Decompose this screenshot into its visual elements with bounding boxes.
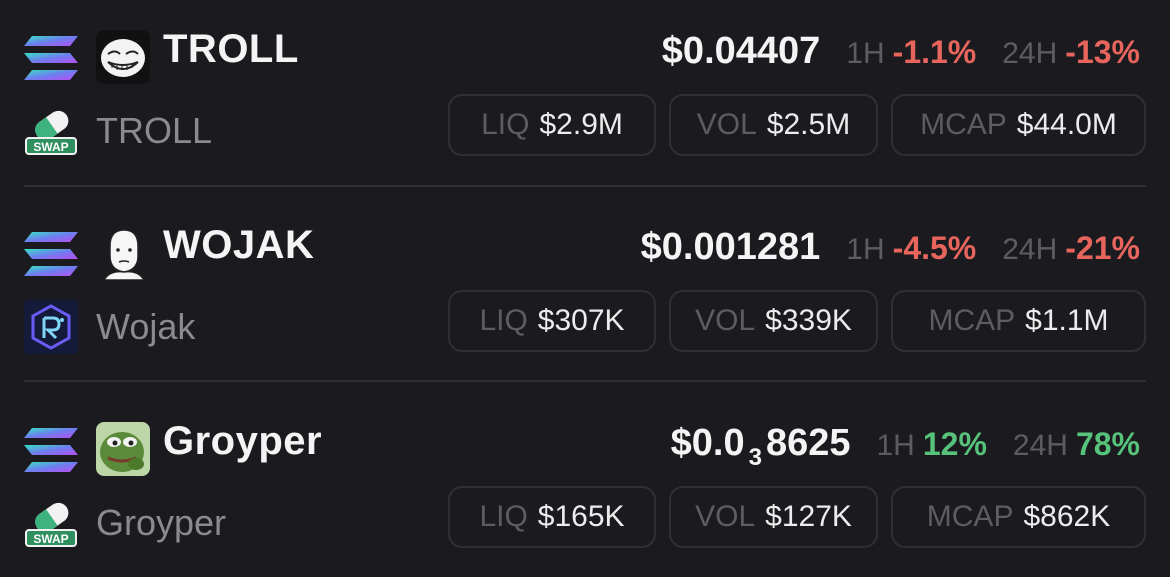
- row-divider: [24, 185, 1146, 187]
- volume-pill: VOL $339K: [669, 290, 878, 352]
- mcap-value: $1.1M: [1025, 304, 1109, 337]
- solana-icon: [24, 428, 78, 472]
- liq-label: LIQ: [479, 304, 528, 337]
- price-line: $0.001281 1H -4.5% 24H -21%: [641, 226, 1140, 269]
- vol-value: $339K: [765, 304, 852, 337]
- market-cap-pill: MCAP $44.0M: [891, 94, 1146, 156]
- change-1h-label: 1H: [876, 429, 915, 462]
- swap-pill-icon: SWAP: [25, 110, 77, 155]
- liq-label: LIQ: [481, 108, 530, 141]
- liq-value: $307K: [537, 304, 625, 337]
- swap-badge-text: SWAP: [33, 532, 68, 546]
- change-1h-value: 12%: [922, 426, 987, 462]
- liq-value: $2.9M: [539, 108, 623, 141]
- swap-badge-text: SWAP: [33, 140, 68, 154]
- market-cap-pill: MCAP $1.1M: [891, 290, 1146, 352]
- change-1h-value: -4.5%: [892, 230, 977, 266]
- vol-label: VOL: [695, 500, 756, 533]
- wojak-face-icon: [96, 226, 150, 280]
- price-line: $0.0 3 8625 1H 12% 24H 78%: [670, 422, 1140, 471]
- mcap-value: $44.0M: [1016, 108, 1117, 141]
- liq-value: $165K: [537, 500, 625, 533]
- token-price: $0.0 3 8625: [670, 422, 851, 471]
- mcap-label: MCAP: [920, 108, 1007, 141]
- token-name: Groyper: [96, 502, 227, 543]
- row-divider: [24, 380, 1146, 382]
- token-price: $0.001281: [640, 226, 821, 268]
- token-row[interactable]: Groyper SWAP Groyper $0.0 3 8625 1H 12% 24…: [0, 392, 1170, 577]
- liq-label: LIQ: [479, 500, 528, 533]
- liquidity-pill: LIQ $307K: [448, 290, 656, 352]
- price-zero-count: 3: [748, 444, 762, 471]
- mcap-label: MCAP: [928, 304, 1016, 337]
- change-24h-label: 24H: [1002, 233, 1058, 266]
- liquidity-pill: LIQ $165K: [448, 486, 656, 548]
- change-24h-value: -13%: [1065, 34, 1140, 70]
- change-24h-value: -21%: [1065, 230, 1140, 266]
- token-row[interactable]: WOJAK Wojak $0.001281 1H -4.5% 24H -21% …: [0, 196, 1170, 381]
- solana-icon: [24, 36, 78, 80]
- token-name: TROLL: [96, 110, 213, 151]
- token-ticker: Groyper: [163, 419, 323, 463]
- change-24h-value: 78%: [1075, 426, 1140, 462]
- change-1h-label: 1H: [846, 37, 885, 70]
- token-row[interactable]: TROLL SWAP TROLL $0.04407 1H -1.1% 24H -…: [0, 0, 1170, 185]
- token-name: Wojak: [96, 306, 196, 347]
- swap-pill-icon: SWAP: [25, 502, 77, 547]
- change-24h-label: 24H: [1002, 37, 1058, 70]
- market-cap-pill: MCAP $862K: [891, 486, 1146, 548]
- change-1h-label: 1H: [846, 233, 885, 266]
- solana-icon: [24, 232, 78, 276]
- token-ticker: TROLL: [163, 27, 299, 71]
- vol-label: VOL: [696, 108, 757, 141]
- price-line: $0.04407 1H -1.1% 24H -13%: [662, 30, 1140, 73]
- vol-value: $127K: [765, 500, 852, 533]
- mcap-label: MCAP: [926, 500, 1014, 533]
- troll-face-icon: [96, 30, 150, 84]
- groyper-frog-icon: [96, 422, 150, 476]
- vol-value: $2.5M: [766, 108, 851, 141]
- liquidity-pill: LIQ $2.9M: [448, 94, 656, 156]
- change-24h-label: 24H: [1012, 429, 1068, 462]
- change-1h-value: -1.1%: [892, 34, 977, 70]
- mcap-value: $862K: [1023, 500, 1111, 533]
- token-ticker: WOJAK: [163, 223, 315, 267]
- volume-pill: VOL $127K: [669, 486, 878, 548]
- volume-pill: VOL $2.5M: [669, 94, 878, 156]
- token-price: $0.04407: [661, 30, 821, 72]
- raydium-icon: [24, 300, 78, 354]
- vol-label: VOL: [695, 304, 756, 337]
